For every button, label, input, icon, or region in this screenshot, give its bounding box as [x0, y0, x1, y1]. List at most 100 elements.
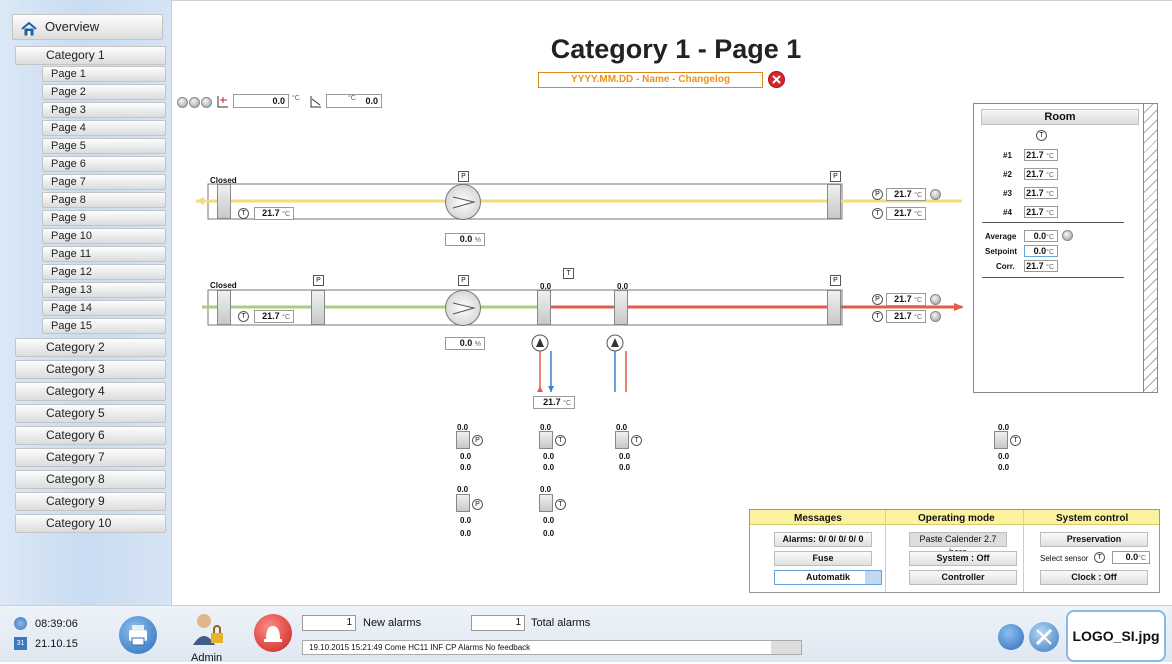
sensor-label: #4 — [1003, 208, 1012, 217]
sidebar-item-category-2[interactable]: Category 2 — [15, 338, 166, 357]
paste-calendar-button[interactable]: Paste Calender 2.7 here — [909, 532, 1007, 557]
room-sensor-2: 21.7 °C — [1024, 168, 1058, 180]
sidebar-item-label: Page 10 — [51, 230, 92, 242]
sidebar-page-5[interactable]: Page 5 — [42, 138, 166, 154]
sidebar-item-label: Page 11 — [51, 248, 92, 260]
temperature-sensor-icon: T — [631, 435, 642, 446]
total-alarms-count: 1 — [471, 615, 525, 631]
sidebar-item-label: Page 1 — [51, 68, 86, 80]
alarm-message-bar[interactable]: 19.10.2015 15:21:49 Come HC11 INF CP Ala… — [302, 640, 802, 655]
alarms-counter[interactable]: Alarms: 0/ 0/ 0/ 0/ 0 — [774, 532, 872, 547]
sidebar-item-category-4[interactable]: Category 4 — [15, 382, 166, 401]
status-led-icon — [1062, 230, 1073, 241]
sensor-block-icon — [539, 431, 553, 449]
room-corr: 21.7 °C — [1024, 260, 1058, 272]
sidebar-item-label: Page 6 — [51, 158, 86, 170]
sidebar-item-label: Page 15 — [51, 320, 92, 332]
room-panel: Room T #1 21.7 °C #2 21.7 °C #3 21.7 °C … — [973, 103, 1158, 393]
filter-icon — [827, 290, 841, 325]
home-icon — [21, 20, 37, 36]
sidebar-item-label: Category 5 — [46, 406, 105, 420]
temperature-sensor-icon: T — [563, 268, 574, 279]
sensor-block-icon — [539, 494, 553, 512]
mini-value: 0.0 — [460, 529, 472, 538]
sidebar-item-overview[interactable]: Overview — [12, 14, 163, 40]
sidebar-page-4[interactable]: Page 4 — [42, 120, 166, 136]
sidebar-page-10[interactable]: Page 10 — [42, 228, 166, 244]
sidebar-item-label: Category 6 — [46, 428, 105, 442]
system-control-header: System control — [1056, 513, 1129, 524]
sidebar-item-label: Page 8 — [51, 194, 86, 206]
sidebar-item-category-8[interactable]: Category 8 — [15, 470, 166, 489]
fuse-button[interactable]: Fuse — [774, 551, 872, 566]
temperature-sensor-icon: T — [238, 208, 249, 219]
mini-value: 0.0 — [543, 452, 555, 461]
sidebar-item-category-3[interactable]: Category 3 — [15, 360, 166, 379]
setpoint-label: Setpoint — [985, 247, 1017, 256]
sidebar-item-category-7[interactable]: Category 7 — [15, 448, 166, 467]
system-off-button[interactable]: System : Off — [909, 551, 1017, 566]
temperature-sensor-icon: T — [555, 435, 566, 446]
sidebar-page-7[interactable]: Page 7 — [42, 174, 166, 190]
alarm-bell-icon[interactable] — [254, 614, 292, 652]
mini-value: 0.0 — [460, 463, 472, 472]
pressure-sensor-icon: P — [472, 435, 483, 446]
preservation-button[interactable]: Preservation — [1040, 532, 1148, 547]
sidebar-page-12[interactable]: Page 12 — [42, 264, 166, 280]
pressure-sensor-icon: P — [872, 189, 883, 200]
temperature-sensor-icon: T — [238, 311, 249, 322]
sidebar-item-category-10[interactable]: Category 10 — [15, 514, 166, 533]
control-panel: Messages Operating mode System control A… — [749, 509, 1160, 593]
r2-t: 21.7 °C — [886, 310, 926, 323]
heating-coil-icon — [537, 290, 551, 325]
sidebar-page-6[interactable]: Page 6 — [42, 156, 166, 172]
damper-icon — [217, 184, 231, 219]
sidebar-item-category-9[interactable]: Category 9 — [15, 492, 166, 511]
room-setpoint-input[interactable]: 0.0°C — [1024, 245, 1058, 257]
language-icon[interactable] — [998, 624, 1024, 650]
pressure-sensor-icon: P — [313, 275, 324, 286]
printer-icon[interactable] — [119, 616, 157, 654]
sidebar-page-14[interactable]: Page 14 — [42, 300, 166, 316]
sidebar-item-label: Page 5 — [51, 140, 86, 152]
automatik-button[interactable]: Automatik — [774, 570, 882, 585]
sensor-block-icon — [456, 431, 470, 449]
sidebar-item-category-1[interactable]: Category 1 — [15, 46, 166, 65]
sidebar-page-1[interactable]: Page 1 — [42, 66, 166, 82]
divider — [1023, 510, 1024, 592]
tools-icon[interactable] — [1029, 622, 1059, 652]
close-icon[interactable] — [768, 71, 785, 88]
sensor-block-icon — [994, 431, 1008, 449]
clock-off-button[interactable]: Clock : Off — [1040, 570, 1148, 585]
sidebar-item-label: Page 2 — [51, 86, 86, 98]
sidebar-page-2[interactable]: Page 2 — [42, 84, 166, 100]
sidebar-page-15[interactable]: Page 15 — [42, 318, 166, 334]
mini-value: 0.0 — [619, 452, 631, 461]
room-title: Room — [981, 109, 1139, 125]
sidebar-page-3[interactable]: Page 3 — [42, 102, 166, 118]
return-temp: 21.7 °C — [254, 207, 294, 220]
sensor-label: #3 — [1003, 189, 1012, 198]
temperature-sensor-icon[interactable]: T — [1094, 552, 1105, 563]
sidebar-page-11[interactable]: Page 11 — [42, 246, 166, 262]
logo: LOGO_SI.jpg — [1066, 610, 1166, 662]
status-led-icon — [930, 311, 941, 322]
changelog-field: YYYY.MM.DD - Name - Changelog — [538, 72, 763, 88]
controller-button[interactable]: Controller — [909, 570, 1017, 585]
damper-status: Closed — [210, 281, 237, 290]
filter-icon — [311, 290, 325, 325]
sidebar-item-label: Overview — [45, 19, 100, 34]
sidebar-page-13[interactable]: Page 13 — [42, 282, 166, 298]
fan-icon — [445, 184, 481, 220]
sidebar-item-category-6[interactable]: Category 6 — [15, 426, 166, 445]
sidebar-item-category-5[interactable]: Category 5 — [15, 404, 166, 423]
user-icon[interactable] — [190, 611, 226, 649]
sidebar-item-label: Page 14 — [51, 302, 92, 314]
temperature-sensor-icon: T — [555, 499, 566, 510]
sidebar-page-9[interactable]: Page 9 — [42, 210, 166, 226]
corr-label: Corr. — [996, 262, 1015, 271]
pressure-sensor-icon: P — [830, 171, 841, 182]
mini-value: 0.0 — [998, 452, 1010, 461]
status-led-icon — [930, 189, 941, 200]
sidebar-page-8[interactable]: Page 8 — [42, 192, 166, 208]
